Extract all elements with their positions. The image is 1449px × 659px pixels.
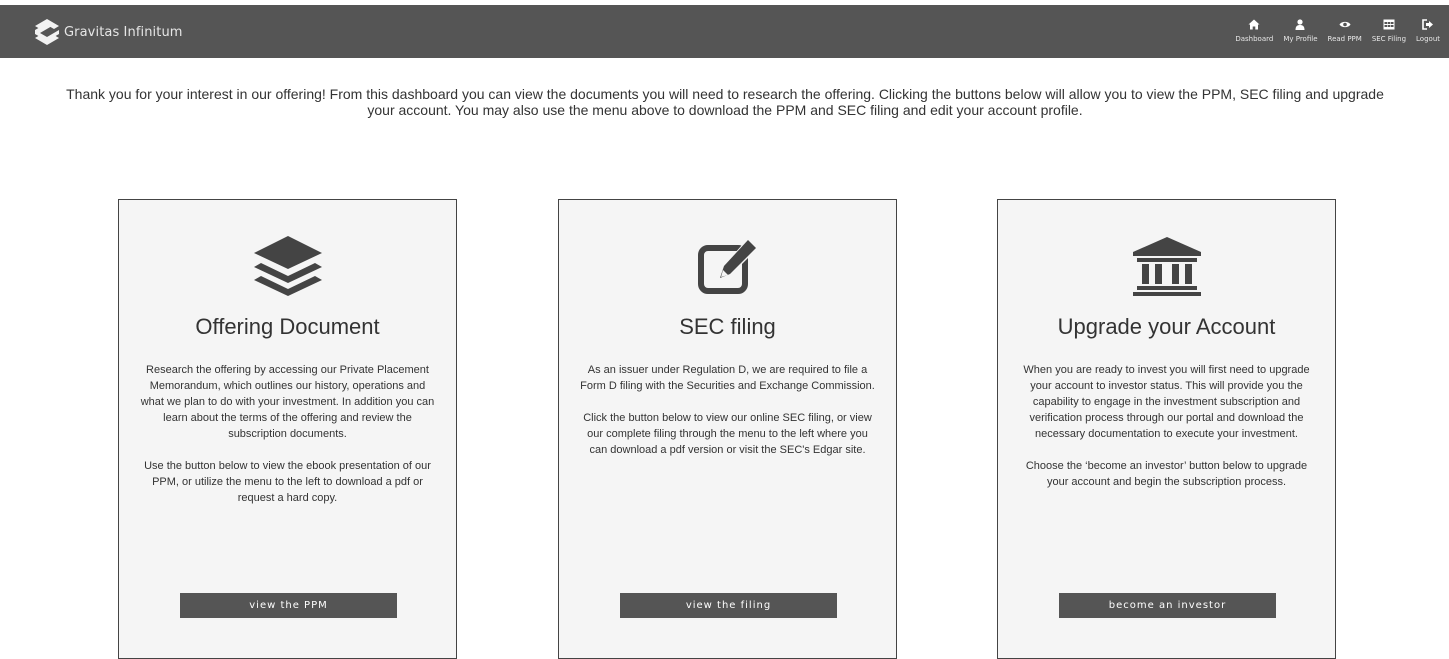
view-filing-button[interactable]: view the filing [620, 593, 837, 618]
nav-item-logout[interactable]: Logout [1415, 19, 1441, 43]
nav-item-read-ppm[interactable]: Read PPM [1327, 19, 1363, 43]
brand-logo-link[interactable]: Gravitas Infinitum [32, 17, 183, 47]
card-paragraph: Research the offering by accessing our P… [140, 364, 435, 440]
user-icon [1295, 19, 1305, 30]
sign-out-icon [1422, 19, 1434, 30]
become-investor-button[interactable]: become an investor [1059, 593, 1276, 618]
nav-item-dashboard[interactable]: Dashboard [1234, 19, 1274, 43]
eye-icon [1339, 21, 1351, 28]
card-description: When you are ready to invest you will fi… [1016, 362, 1317, 506]
card-paragraph: Choose the ‘become an investor’ button b… [1025, 460, 1308, 488]
card-paragraph: Click the button below to view our onlin… [583, 412, 872, 456]
nav-label-read-ppm: Read PPM [1327, 35, 1362, 43]
nav-label-sec-filing: SEC Filing [1371, 35, 1407, 43]
card-paragraph: When you are ready to invest you will fi… [1023, 364, 1310, 440]
brand-logo-icon [35, 19, 59, 45]
nav-label-dashboard: Dashboard [1235, 35, 1274, 43]
edit-icon [697, 238, 758, 294]
card-paragraph: Use the button below to view the ebook p… [144, 460, 431, 504]
table-icon [1383, 19, 1395, 30]
bank-icon [1132, 237, 1201, 296]
upgrade-account-card: Upgrade your Account When you are ready … [997, 199, 1336, 659]
top-nav-menu: Dashboard My Profile Read PPM SEC Filing… [1234, 19, 1441, 43]
nav-label-my-profile: My Profile [1283, 35, 1318, 43]
nav-item-my-profile[interactable]: My Profile [1282, 19, 1318, 43]
top-navbar: Gravitas Infinitum Dashboard My Profile … [0, 5, 1449, 58]
card-title: Offering Document [195, 314, 380, 339]
sec-filing-card: SEC filing As an issuer under Regulation… [558, 199, 897, 659]
card-paragraph: As an issuer under Regulation D, we are … [580, 364, 875, 392]
card-title: SEC filing [679, 314, 776, 339]
offering-document-card: Offering Document Research the offering … [118, 199, 457, 659]
card-description: As an issuer under Regulation D, we are … [577, 362, 878, 474]
brand-name: Gravitas Infinitum [64, 24, 183, 40]
nav-item-sec-filing[interactable]: SEC Filing [1371, 19, 1407, 43]
card-description: Research the offering by accessing our P… [137, 362, 438, 522]
home-icon [1248, 19, 1260, 30]
layers-icon [253, 236, 322, 296]
intro-text: Thank you for your interest in our offer… [66, 86, 1384, 118]
nav-label-logout: Logout [1416, 35, 1440, 43]
view-ppm-button[interactable]: view the PPM [180, 593, 397, 618]
card-title: Upgrade your Account [1057, 314, 1276, 339]
